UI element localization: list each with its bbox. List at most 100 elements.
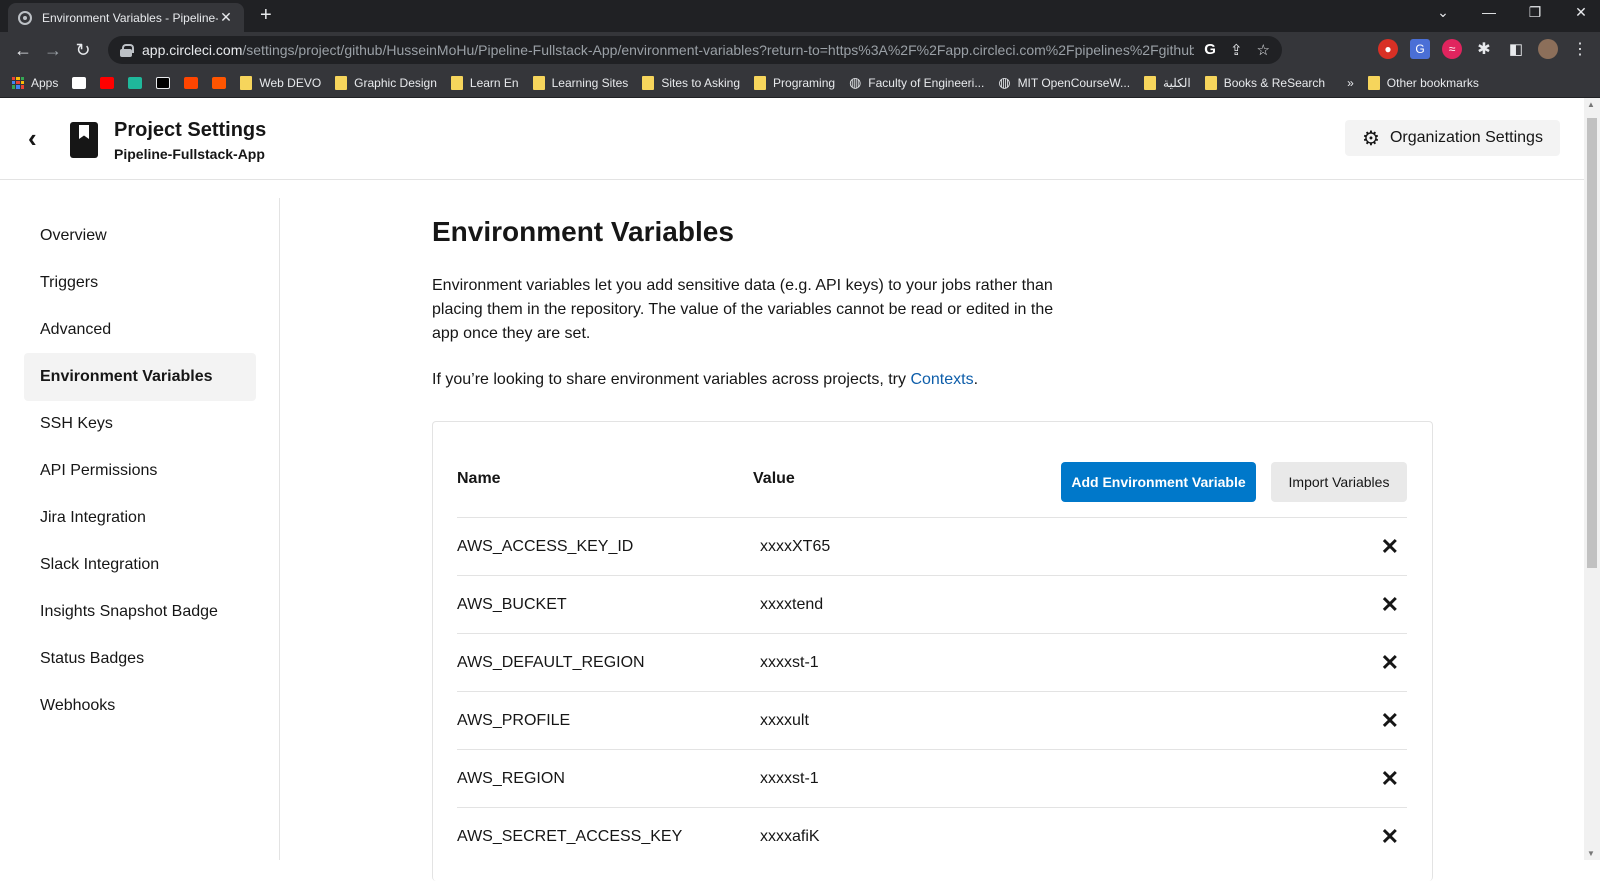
new-tab-icon[interactable]: +: [260, 4, 272, 27]
side-panel-icon[interactable]: ◧: [1506, 39, 1526, 59]
bookmark-label: Learning Sites: [551, 75, 629, 90]
page-scrollbar[interactable]: ▲ ▼: [1584, 98, 1600, 860]
variable-value: xxxxafiK: [760, 828, 820, 845]
gear-icon: ⚙: [1362, 127, 1380, 150]
sidebar-item-overview[interactable]: Overview: [24, 212, 256, 260]
tab-search-icon[interactable]: ⌄: [1428, 4, 1458, 21]
browser-menu-icon[interactable]: ⋮: [1570, 39, 1590, 59]
folder-icon: [335, 75, 348, 90]
extension-pink-icon[interactable]: ≈: [1442, 39, 1462, 59]
organization-settings-button[interactable]: ⚙ Organization Settings: [1345, 120, 1560, 156]
google-translate-icon[interactable]: G: [1410, 39, 1430, 59]
close-tab-icon[interactable]: ✕: [218, 9, 234, 26]
delete-x-icon[interactable]: ✕: [1381, 534, 1399, 560]
bookmark-label: Books & ReSearch: [1223, 75, 1326, 90]
sidebar-item-advanced[interactable]: Advanced: [24, 306, 256, 354]
bookmarks-overflow-icon[interactable]: »: [1347, 76, 1354, 90]
page: ‹ Project Settings Pipeline-Fullstack-Ap…: [0, 98, 1584, 881]
tab-title: Environment Variables - Pipeline-: [42, 10, 218, 25]
browser-tab[interactable]: Environment Variables - Pipeline- ✕: [8, 3, 244, 32]
browser-tabbar: Environment Variables - Pipeline- ✕ + ⌄ …: [0, 0, 1600, 32]
contexts-link[interactable]: Contexts: [910, 371, 973, 388]
table-row: AWS_ACCESS_KEY_ID xxxxXT65 ✕: [457, 517, 1407, 576]
bookmark-item[interactable]: [184, 76, 199, 89]
address-bar[interactable]: app.circleci.com/settings/project/github…: [108, 36, 1282, 64]
bookmark-project-icon: [70, 122, 98, 158]
reddit-icon: [184, 76, 199, 89]
bookmark-item[interactable]: [72, 76, 87, 89]
back-arrow-icon[interactable]: ←: [8, 36, 38, 64]
scroll-up-icon[interactable]: ▲: [1587, 100, 1595, 109]
close-window-icon[interactable]: ✕: [1566, 4, 1596, 21]
bookmark-item[interactable]: Learn En: [450, 75, 519, 90]
bookmark-label: Programing: [773, 75, 836, 90]
bookmark-item[interactable]: الكلية: [1144, 75, 1191, 90]
delete-x-icon[interactable]: ✕: [1381, 650, 1399, 676]
project-name: Pipeline-Fullstack-App: [114, 146, 265, 162]
delete-x-icon[interactable]: ✕: [1381, 824, 1399, 850]
bookmark-item[interactable]: [128, 76, 143, 89]
bookmark-item[interactable]: [100, 76, 115, 89]
delete-x-icon[interactable]: ✕: [1381, 708, 1399, 734]
bookmark-item[interactable]: Graphic Design: [335, 75, 437, 90]
url-path: /settings/project/github/HusseinMoHu/Pip…: [242, 42, 1195, 58]
delete-x-icon[interactable]: ✕: [1381, 766, 1399, 792]
bookmark-item[interactable]: Web DEVO: [240, 75, 321, 90]
settings-sidebar: Overview Triggers Advanced Environment Vari…: [0, 198, 280, 860]
sidebar-item-slack-integration[interactable]: Slack Integration: [24, 541, 256, 589]
sidebar-item-status-badges[interactable]: Status Badges: [24, 635, 256, 683]
bookmark-item[interactable]: ◍ MIT OpenCourseW...: [998, 74, 1130, 91]
bookmark-item[interactable]: [156, 76, 171, 89]
scroll-down-icon[interactable]: ▼: [1587, 849, 1595, 858]
scroll-thumb[interactable]: [1587, 118, 1597, 568]
globe-icon: ◍: [849, 74, 862, 90]
column-header-value: Value: [753, 470, 795, 487]
bookmark-label: الكلية: [1163, 75, 1191, 90]
variable-name: AWS_BUCKET: [457, 596, 567, 613]
folder-icon: [1204, 75, 1217, 90]
restore-icon[interactable]: ❐: [1520, 4, 1550, 21]
bookmark-item[interactable]: Learning Sites: [532, 75, 629, 90]
profile-avatar-icon[interactable]: [1538, 39, 1558, 59]
other-bookmarks[interactable]: Other bookmarks: [1367, 75, 1479, 90]
bookmark-label: Apps: [31, 75, 59, 90]
other-bookmarks-label: Other bookmarks: [1386, 75, 1479, 90]
lock-icon: [120, 44, 134, 57]
bookmark-label: Graphic Design: [354, 75, 437, 90]
add-environment-variable-button[interactable]: Add Environment Variable: [1061, 462, 1256, 502]
sidebar-item-triggers[interactable]: Triggers: [24, 259, 256, 307]
delete-x-icon[interactable]: ✕: [1381, 592, 1399, 618]
folder-icon: [1367, 75, 1380, 90]
folder-icon: [450, 75, 463, 90]
sidebar-item-jira-integration[interactable]: Jira Integration: [24, 494, 256, 542]
bookmark-item[interactable]: Sites to Asking: [642, 75, 741, 90]
sidebar-item-insights-snapshot-badge[interactable]: Insights Snapshot Badge: [24, 588, 256, 636]
google-icon[interactable]: G: [1204, 41, 1216, 59]
share-icon[interactable]: ⇪: [1230, 41, 1243, 59]
folder-icon: [642, 75, 655, 90]
sidebar-item-api-permissions[interactable]: API Permissions: [24, 447, 256, 495]
chevron-left-icon[interactable]: ‹: [28, 125, 52, 151]
share-text: If you’re looking to share environment v…: [432, 371, 911, 388]
bookmark-item[interactable]: Programing: [754, 75, 836, 90]
bookmark-item[interactable]: [212, 76, 227, 89]
variable-value: xxxxst-1: [760, 654, 819, 671]
bookmark-label: Sites to Asking: [661, 75, 741, 90]
minimize-icon[interactable]: —: [1474, 4, 1504, 20]
puzzle-extensions-icon[interactable]: ✱: [1474, 39, 1494, 59]
sidebar-item-environment-variables[interactable]: Environment Variables: [24, 353, 256, 401]
folder-icon: [240, 75, 253, 90]
forward-arrow-icon[interactable]: →: [38, 36, 68, 64]
bookmark-item[interactable]: ◍ Faculty of Engineeri...: [849, 74, 984, 91]
reload-icon[interactable]: ↻: [68, 36, 98, 64]
bookmark-label: Learn En: [469, 75, 519, 90]
extension-red-icon[interactable]: ●: [1378, 39, 1398, 59]
sidebar-item-webhooks[interactable]: Webhooks: [24, 682, 256, 730]
bookmark-item[interactable]: Books & ReSearch: [1204, 75, 1326, 90]
sidebar-item-ssh-keys[interactable]: SSH Keys: [24, 400, 256, 448]
table-row: AWS_REGION xxxxst-1 ✕: [457, 749, 1407, 808]
bookmark-item[interactable]: Apps: [12, 76, 58, 90]
bookmark-star-icon[interactable]: ☆: [1257, 41, 1270, 59]
youtube-icon: [100, 76, 115, 89]
import-variables-button[interactable]: Import Variables: [1271, 462, 1407, 502]
